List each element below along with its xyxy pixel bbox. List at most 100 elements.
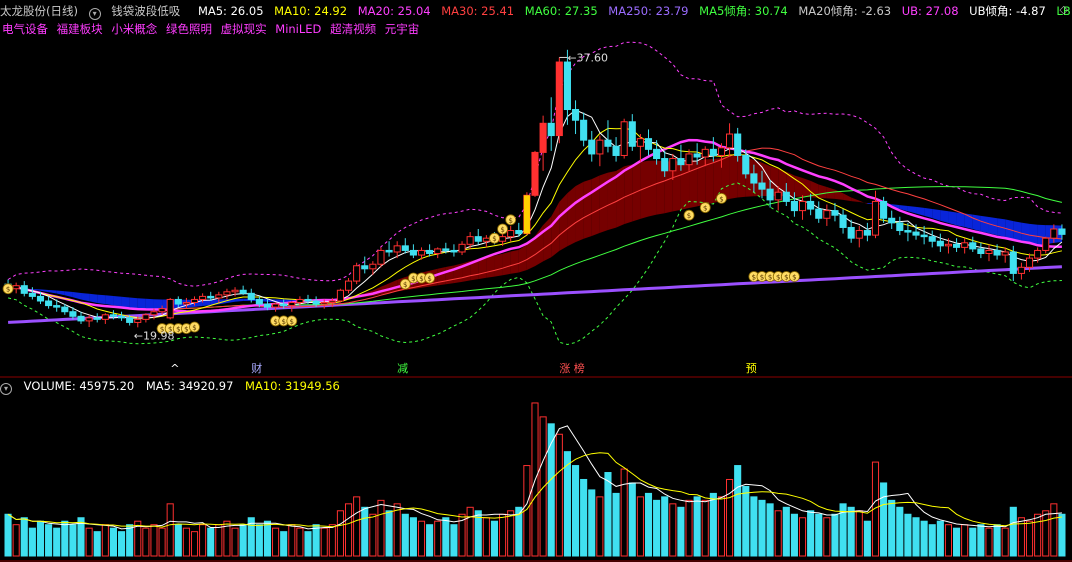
price-volume-chart[interactable]: $$ $ $ $ $$ $ $$$ $ $$$$$$$$ $ $ $ $ $←37.60←19.98^ 财减… [0,0,1072,562]
candle-body [369,263,377,270]
volume-bar [661,496,669,557]
candle-body [109,314,117,317]
candle-body [150,311,158,316]
volume-bar [1050,503,1058,557]
volume-bar [961,524,969,557]
candle-body [580,119,588,141]
candle-body [790,200,798,212]
candle-body [628,121,636,147]
volume-bar [507,510,515,557]
candle-body [231,289,239,293]
volume-bar [272,527,280,557]
trend-band [567,186,576,247]
money-bag-symbol: $ [403,281,407,289]
candle-body [726,133,734,149]
trend-band [940,210,949,224]
volume-settings-icon[interactable]: ▾ [0,383,12,395]
volume-bar [677,506,685,557]
volume-header: ▾ VOLUME: 45975.20 MA5: 34920.97 MA10: 3… [0,378,348,395]
candle-body [458,243,466,253]
candle-body [223,291,231,296]
volume-bar [393,503,401,557]
volume-bar [636,496,644,557]
volume-bar [969,527,977,557]
trend-band [583,179,592,239]
candle-body [450,249,458,253]
candle-body [896,222,904,232]
money-bag-symbol: $ [184,326,188,334]
candle-body [661,158,669,172]
trend-band [1029,223,1038,245]
volume-bar [304,531,312,557]
candle-body [409,249,417,256]
money-bag-symbol: $ [508,217,512,225]
candle-body [693,153,701,158]
candle-body [669,158,677,172]
candle-body [920,234,928,238]
volume-bar [734,465,742,557]
volume-bar [117,531,126,557]
volume-bar [109,527,117,557]
volume-bar [726,478,734,557]
volume-bar [385,510,393,557]
candle-body [312,300,320,305]
trend-band [445,265,454,285]
candle-body [158,308,166,313]
candle-body [393,245,401,253]
volume-bar [750,496,758,557]
candle-body [1058,228,1066,235]
limit-up-bar [523,195,530,234]
money-bag-symbol: $ [760,273,764,281]
candle-body [45,300,53,307]
volume-bar [101,524,109,557]
volume-bar [45,524,53,557]
candle-body [174,298,182,305]
trend-band [956,212,965,228]
candle-body [507,230,515,238]
trend-band [575,181,584,243]
volume-bar [717,496,726,557]
candle-body [620,121,628,156]
candle-body [182,302,190,305]
candle-body [280,303,288,307]
trend-band [818,184,827,199]
candle-body [709,148,717,156]
trend-band [851,197,860,203]
candle-body [936,240,944,247]
trend-band [40,289,49,293]
volume-bar [855,510,863,557]
trend-band [235,298,244,302]
money-bag-symbol: $ [192,324,196,332]
volume-label: VOLUME: 45975.20 [23,379,135,393]
volume-bar [215,524,223,557]
volume-bar [369,513,377,557]
volume-bar [807,510,815,557]
volume-bar [280,531,288,557]
trend-band [543,216,552,262]
money-bag-symbol: $ [703,205,707,213]
volume-bar [790,513,798,557]
candle-body [839,214,847,228]
volume-bar [312,524,320,557]
money-bag-symbol: $ [687,212,691,220]
trend-band [72,292,82,300]
candle-body [782,191,790,202]
volume-bar [1034,513,1042,557]
candle-body [571,109,580,121]
volume-bar [1001,527,1009,557]
volume-bar [263,520,272,557]
volume-bar [977,524,985,557]
volume-bar [936,520,944,557]
candle-body [361,265,369,270]
volume-bar [880,482,888,557]
volume-bar [288,524,296,557]
money-bag-symbol: $ [290,318,294,326]
candle-body [36,295,45,302]
volume-bar [434,520,442,557]
volume-bar [588,489,596,557]
trend-band [729,155,738,199]
volume-bar [693,496,701,557]
candle-body [272,303,280,308]
volume-bar [4,513,12,557]
volume-bar [701,499,709,557]
